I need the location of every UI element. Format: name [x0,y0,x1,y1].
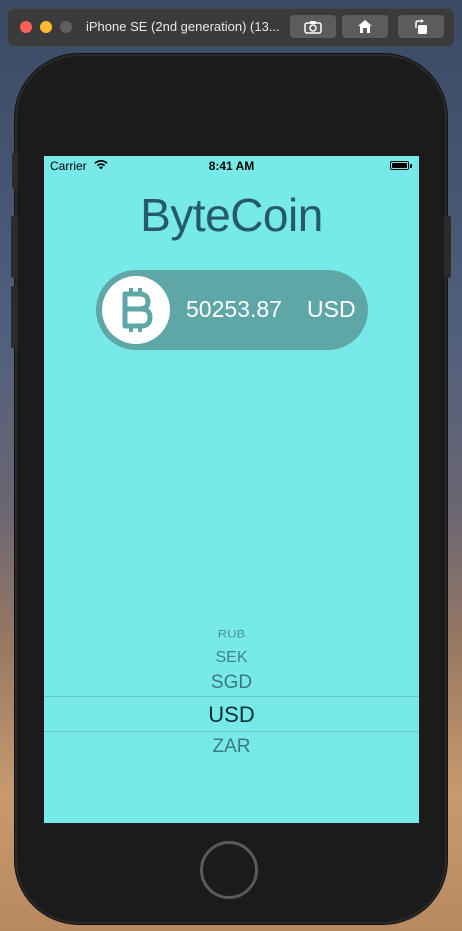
battery-tip [410,164,412,168]
status-bar: Carrier 8:41 AM [44,156,419,176]
picker-selection-top-line [44,696,419,697]
bitcoin-icon [102,276,170,344]
picker-item[interactable]: RUB [44,627,419,640]
zoom-window-button[interactable] [60,21,72,33]
window-title: iPhone SE (2nd generation) (13... [86,19,280,34]
device-home-button[interactable] [200,841,258,899]
volume-up-button [11,216,18,278]
picker-item[interactable]: ZAR [44,736,419,758]
rate-display: 50253.87 USD [96,270,368,350]
camera-icon [304,20,322,34]
app-screen: Carrier 8:41 AM ByteCoin 50253.87 USD RU… [44,156,419,823]
volume-down-button [11,286,18,348]
close-window-button[interactable] [20,21,32,33]
simulator-title-bar: iPhone SE (2nd generation) (13... [8,8,454,46]
minimize-window-button[interactable] [40,21,52,33]
picker-item[interactable]: SEK [44,649,419,667]
status-time: 8:41 AM [208,159,255,173]
rate-currency-label: USD [307,296,356,322]
coin-badge [102,276,170,344]
mute-switch [12,153,18,189]
picker-item[interactable]: SGD [44,672,419,694]
screenshot-button[interactable] [290,15,336,38]
currency-picker[interactable]: RUB SEK SGD USD ZAR [44,608,419,823]
home-button-toolbar[interactable] [342,15,388,38]
bitcoin-rate-value: 50253.87 [186,296,282,322]
picker-item-selected[interactable]: USD [44,702,419,728]
app-title: ByteCoin [140,189,323,241]
rotate-icon [415,18,427,34]
home-icon [358,20,372,33]
battery-icon [390,161,409,170]
power-button [444,216,451,278]
picker-selection-bottom-line [44,731,419,732]
rotate-button[interactable] [398,15,444,38]
